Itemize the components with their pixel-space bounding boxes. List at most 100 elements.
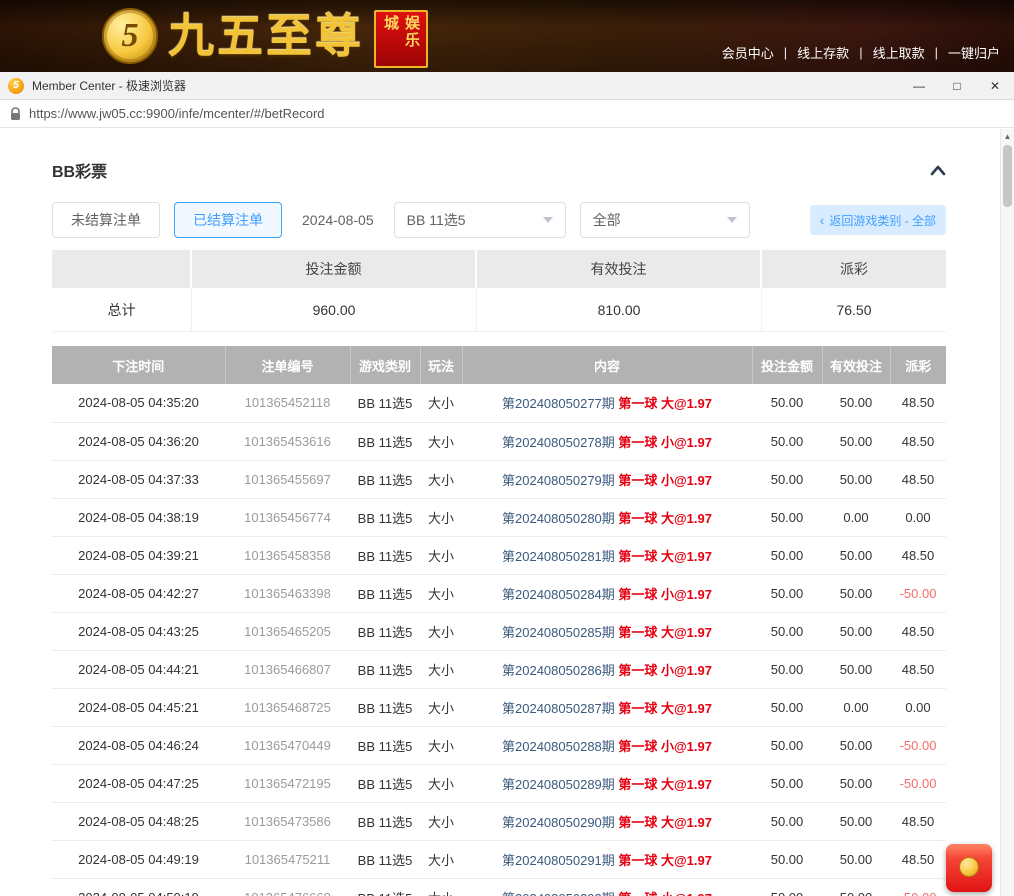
- game-type-cell: BB 11选5: [350, 536, 420, 574]
- logo-badge: 娱乐城: [374, 10, 428, 68]
- payout-cell: -50.00: [890, 726, 946, 764]
- pick-text: 第一球 小@1.97: [618, 891, 712, 896]
- period-text: 第202408050292期: [502, 891, 618, 896]
- order-id-cell: 101365463398: [225, 574, 350, 612]
- bet-record-table: 下注时间 注单编号 游戏类别 玩法 内容 投注金额 有效投注 派彩 2024-0…: [52, 346, 946, 896]
- scrollbar: ▲: [1000, 129, 1014, 896]
- col-header-game-type: 游戏类别: [350, 346, 420, 384]
- banner-nav-item[interactable]: 一键归户: [948, 43, 1000, 62]
- banner-nav-item[interactable]: 线上取款: [873, 43, 925, 62]
- collapse-panel-button[interactable]: [930, 164, 946, 176]
- valid-bet-cell: 50.00: [822, 764, 890, 802]
- table-row: 2024-08-05 04:42:27101365463398BB 11选5大小…: [52, 574, 946, 612]
- red-packet-icon[interactable]: [946, 844, 992, 892]
- banner-nav-item[interactable]: 线上存款: [797, 43, 849, 62]
- maximize-button[interactable]: □: [938, 72, 976, 99]
- scrollbar-thumb[interactable]: [1003, 145, 1012, 207]
- page-content: BB彩票 未结算注单 已结算注单 2024-08-05 BB 11选5 全部 ‹…: [0, 128, 1014, 896]
- period-text: 第202408050277期: [502, 396, 618, 411]
- order-id-cell: 101365473586: [225, 802, 350, 840]
- payout-cell: 48.50: [890, 536, 946, 574]
- summary-total-row: 总计 960.00 810.00 76.50: [52, 288, 946, 332]
- payout-cell: 0.00: [890, 688, 946, 726]
- bet-amount-cell: 50.00: [752, 574, 822, 612]
- play-type-cell: 大小: [420, 726, 462, 764]
- summary-header-bet-amount: 投注金额: [192, 250, 477, 288]
- scrollbar-up-arrow[interactable]: ▲: [1001, 129, 1014, 144]
- game-type-cell: BB 11选5: [350, 840, 420, 878]
- summary-valid-bet: 810.00: [477, 288, 762, 332]
- content-cell: 第202408050286期 第一球 小@1.97: [462, 650, 752, 688]
- valid-bet-cell: 50.00: [822, 536, 890, 574]
- order-id-cell: 101365456774: [225, 498, 350, 536]
- table-row: 2024-08-05 04:35:20101365452118BB 11选5大小…: [52, 384, 946, 422]
- play-type-cell: 大小: [420, 802, 462, 840]
- valid-bet-cell: 50.00: [822, 650, 890, 688]
- browser-titlebar: 5 Member Center - 极速浏览器 — □ ✕: [0, 72, 1014, 100]
- pick-text: 第一球 大@1.97: [618, 396, 712, 411]
- col-header-valid-bet: 有效投注: [822, 346, 890, 384]
- content-cell: 第202408050280期 第一球 大@1.97: [462, 498, 752, 536]
- category-select[interactable]: 全部: [580, 202, 750, 238]
- content-cell: 第202408050279期 第一球 小@1.97: [462, 460, 752, 498]
- summary-header-valid-bet: 有效投注: [477, 250, 762, 288]
- order-id-cell: 101365472195: [225, 764, 350, 802]
- panel-header: BB彩票: [52, 158, 946, 182]
- pick-text: 第一球 大@1.97: [618, 853, 712, 868]
- period-text: 第202408050285期: [502, 625, 618, 640]
- bet-time-cell: 2024-08-05 04:50:19: [52, 878, 225, 896]
- order-id-cell: 101365452118: [225, 384, 350, 422]
- pick-text: 第一球 小@1.97: [618, 587, 712, 602]
- pick-text: 第一球 大@1.97: [618, 701, 712, 716]
- header-row: 下注时间 注单编号 游戏类别 玩法 内容 投注金额 有效投注 派彩: [52, 346, 946, 384]
- bet-time-cell: 2024-08-05 04:46:24: [52, 726, 225, 764]
- valid-bet-cell: 0.00: [822, 498, 890, 536]
- table-row: 2024-08-05 04:39:21101365458358BB 11选5大小…: [52, 536, 946, 574]
- content-cell: 第202408050278期 第一球 小@1.97: [462, 422, 752, 460]
- period-text: 第202408050278期: [502, 435, 618, 450]
- url-text[interactable]: https://www.jw05.cc:9900/infe/mcenter/#/…: [29, 106, 325, 121]
- col-header-order-id: 注单编号: [225, 346, 350, 384]
- pick-text: 第一球 小@1.97: [618, 663, 712, 678]
- bet-time-cell: 2024-08-05 04:42:27: [52, 574, 225, 612]
- game-select[interactable]: BB 11选5: [394, 202, 566, 238]
- table-row: 2024-08-05 04:43:25101365465205BB 11选5大小…: [52, 612, 946, 650]
- valid-bet-cell: 50.00: [822, 384, 890, 422]
- bet-time-cell: 2024-08-05 04:36:20: [52, 422, 225, 460]
- bet-time-cell: 2024-08-05 04:43:25: [52, 612, 225, 650]
- site-favicon-icon: 5: [8, 78, 24, 94]
- logo-text: 九五至尊: [168, 5, 364, 67]
- valid-bet-cell: 50.00: [822, 574, 890, 612]
- order-id-cell: 101365453616: [225, 422, 350, 460]
- valid-bet-cell: 50.00: [822, 878, 890, 896]
- content-cell: 第202408050287期 第一球 大@1.97: [462, 688, 752, 726]
- bet-time-cell: 2024-08-05 04:39:21: [52, 536, 225, 574]
- nav-separator: |: [859, 45, 862, 60]
- minimize-button[interactable]: —: [900, 72, 938, 99]
- settled-bets-button[interactable]: 已结算注单: [174, 202, 282, 238]
- period-text: 第202408050290期: [502, 815, 618, 830]
- game-type-cell: BB 11选5: [350, 384, 420, 422]
- bet-time-cell: 2024-08-05 04:49:19: [52, 840, 225, 878]
- address-bar[interactable]: https://www.jw05.cc:9900/infe/mcenter/#/…: [0, 100, 1014, 128]
- play-type-cell: 大小: [420, 460, 462, 498]
- bet-amount-cell: 50.00: [752, 460, 822, 498]
- logo-coin-icon: 5: [102, 8, 158, 64]
- play-type-cell: 大小: [420, 878, 462, 896]
- window-controls: — □ ✕: [900, 72, 1014, 99]
- nav-separator: |: [935, 45, 938, 60]
- play-type-cell: 大小: [420, 612, 462, 650]
- order-id-cell: 101365466807: [225, 650, 350, 688]
- date-picker[interactable]: 2024-08-05: [302, 212, 374, 228]
- close-button[interactable]: ✕: [976, 72, 1014, 99]
- bet-amount-cell: 50.00: [752, 650, 822, 688]
- banner-nav-item[interactable]: 会员中心: [722, 43, 774, 62]
- period-text: 第202408050286期: [502, 663, 618, 678]
- content-cell: 第202408050277期 第一球 大@1.97: [462, 384, 752, 422]
- unsettled-bets-button[interactable]: 未结算注单: [52, 202, 160, 238]
- game-type-cell: BB 11选5: [350, 498, 420, 536]
- period-text: 第202408050280期: [502, 511, 618, 526]
- bet-amount-cell: 50.00: [752, 802, 822, 840]
- back-to-category-button[interactable]: ‹ 返回游戏类别 - 全部: [810, 205, 946, 235]
- pick-text: 第一球 大@1.97: [618, 777, 712, 792]
